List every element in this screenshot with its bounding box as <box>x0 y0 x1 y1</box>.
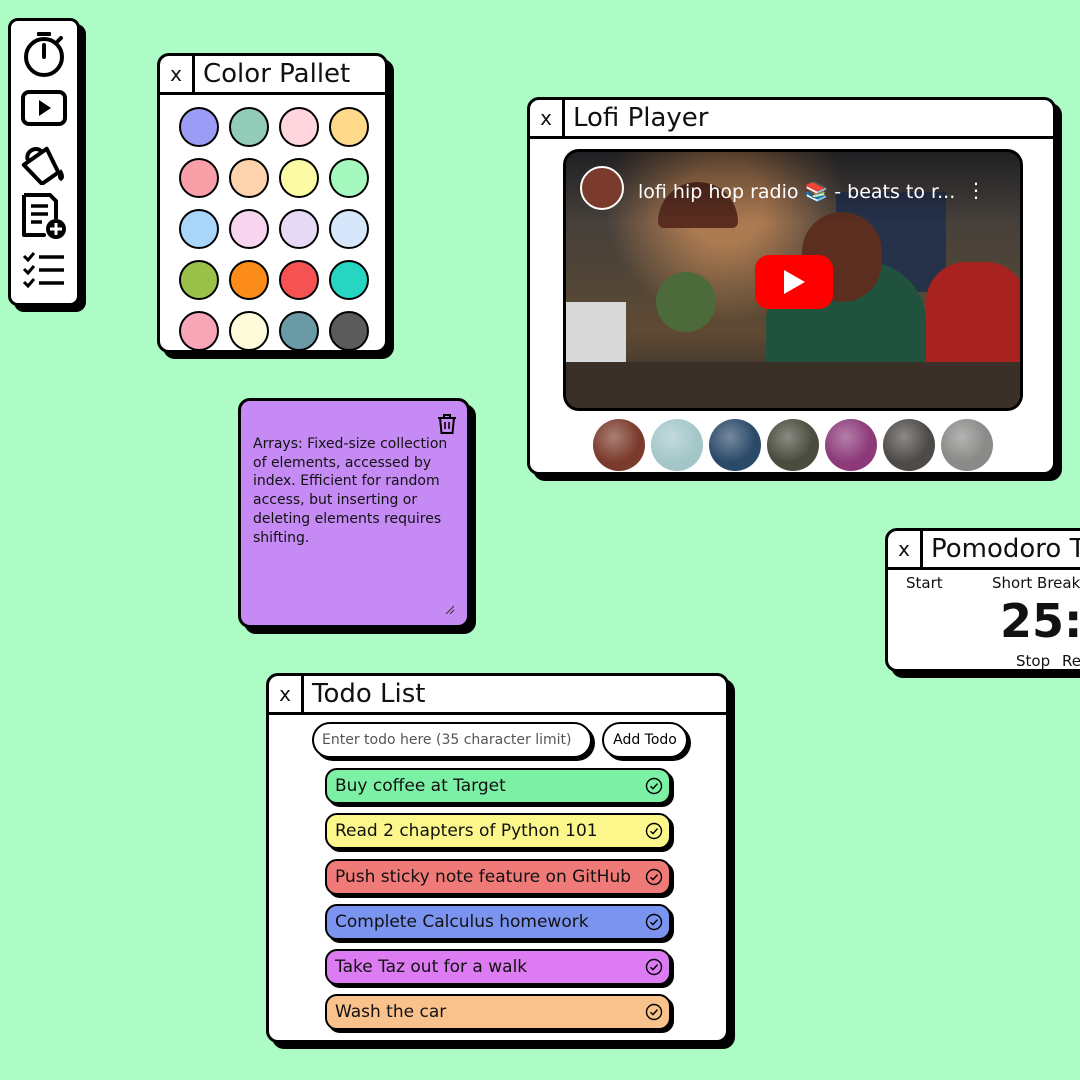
check-circle-icon[interactable] <box>645 958 663 976</box>
color-swatch[interactable] <box>179 209 219 249</box>
todo-item-text: Wash the car <box>335 1002 447 1023</box>
video-scene-desk <box>566 362 1020 408</box>
color-swatch[interactable] <box>279 260 319 300</box>
color-palette-close-button[interactable]: x <box>160 56 195 92</box>
color-palette-titlebar: x Color Pallet <box>160 56 385 95</box>
station-thumbnails <box>593 419 993 471</box>
color-swatch[interactable] <box>229 209 269 249</box>
trash-icon[interactable] <box>437 413 457 435</box>
video-embed[interactable]: lofi hip hop radio 📚 - beats to r... ⋮ <box>563 149 1023 411</box>
todo-list-button[interactable] <box>18 247 70 293</box>
lofi-player-window: x Lofi Player lofi hip hop radio 📚 - bea… <box>527 97 1056 475</box>
color-swatch[interactable] <box>229 260 269 300</box>
timer-display: 25:0 <box>1000 594 1080 648</box>
color-swatch[interactable] <box>329 260 369 300</box>
check-circle-icon[interactable] <box>645 777 663 795</box>
pomodoro-title: Pomodoro T <box>931 534 1080 564</box>
todo-item-text: Read 2 chapters of Python 101 <box>335 821 598 842</box>
timer-button[interactable] <box>18 31 70 77</box>
color-swatch[interactable] <box>229 158 269 198</box>
check-circle-icon[interactable] <box>645 913 663 931</box>
play-button[interactable] <box>755 255 833 309</box>
todo-list-title: Todo List <box>312 679 426 709</box>
station-thumbnail[interactable] <box>883 419 935 471</box>
todo-item-text: Buy coffee at Target <box>335 776 506 796</box>
add-note-icon <box>22 193 66 239</box>
station-thumbnail[interactable] <box>767 419 819 471</box>
color-swatch[interactable] <box>329 209 369 249</box>
video-player-button[interactable] <box>18 85 70 131</box>
station-thumbnail[interactable] <box>941 419 993 471</box>
check-circle-icon[interactable] <box>645 1003 663 1021</box>
lofi-player-title: Lofi Player <box>573 103 709 133</box>
color-swatch[interactable] <box>279 209 319 249</box>
pomodoro-window: x Pomodoro T Start Short Break 25:0 Stop… <box>885 528 1080 672</box>
color-swatch[interactable] <box>279 107 319 147</box>
todo-item-text: Push sticky note feature on GitHub <box>335 866 632 887</box>
resize-handle-icon[interactable] <box>445 605 455 615</box>
sticky-note[interactable]: Arrays: Fixed-size collection of element… <box>238 398 470 628</box>
pomodoro-stop-button[interactable]: Stop <box>1016 652 1050 669</box>
pomodoro-body: Start Short Break 25:0 Stop Re <box>888 570 1080 669</box>
color-palette-window: x Color Pallet <box>157 53 388 353</box>
color-swatch[interactable] <box>329 107 369 147</box>
pomodoro-titlebar: x Pomodoro T <box>888 531 1080 570</box>
play-icon <box>784 270 805 294</box>
video-title[interactable]: lofi hip hop radio 📚 - beats to r... <box>638 180 955 203</box>
pomodoro-close-button[interactable]: x <box>888 531 923 567</box>
color-swatch[interactable] <box>229 311 269 350</box>
check-circle-icon[interactable] <box>645 868 663 886</box>
todo-items: Buy coffee at Target Read 2 chapters of P… <box>325 768 671 1040</box>
color-swatch[interactable] <box>279 158 319 198</box>
todo-item[interactable]: Push sticky note feature on GitHub <box>325 858 671 895</box>
color-swatch[interactable] <box>279 311 319 350</box>
todo-item[interactable]: Wash the car <box>325 994 671 1031</box>
todo-item-text: Complete Calculus homework <box>335 911 589 932</box>
channel-avatar[interactable] <box>580 166 624 210</box>
station-thumbnail[interactable] <box>593 419 645 471</box>
todo-input[interactable] <box>312 722 592 758</box>
station-thumbnail[interactable] <box>825 419 877 471</box>
todo-item[interactable]: Read 2 chapters of Python 101 <box>325 813 671 850</box>
color-palette-button[interactable] <box>18 139 70 185</box>
todo-item[interactable]: Take Taz out for a walk <box>325 949 671 986</box>
add-note-button[interactable] <box>18 193 70 239</box>
sticky-note-text[interactable]: Arrays: Fixed-size collection of element… <box>253 435 463 547</box>
color-palette-title: Color Pallet <box>203 59 351 89</box>
sidebar <box>8 18 80 306</box>
todo-item[interactable]: Complete Calculus homework <box>325 903 671 940</box>
lofi-player-close-button[interactable]: x <box>530 100 565 136</box>
station-thumbnail[interactable] <box>651 419 703 471</box>
color-swatch[interactable] <box>179 107 219 147</box>
check-circle-icon[interactable] <box>645 822 663 840</box>
todo-item-text: Take Taz out for a walk <box>335 957 528 978</box>
color-swatch-grid <box>160 95 385 350</box>
color-swatch[interactable] <box>229 107 269 147</box>
todo-item[interactable]: Buy coffee at Target <box>325 768 671 804</box>
add-todo-button[interactable]: Add Todo <box>602 722 688 758</box>
color-swatch[interactable] <box>329 311 369 350</box>
checklist-icon <box>22 252 64 289</box>
color-swatch[interactable] <box>329 158 369 198</box>
station-thumbnail[interactable] <box>709 419 761 471</box>
more-options-icon[interactable]: ⋮ <box>966 178 986 202</box>
todo-list-window: x Todo List Add Todo Buy coffee at Targe… <box>266 673 729 1043</box>
video-scene-plant <box>656 272 716 332</box>
pomodoro-reset-button[interactable]: Re <box>1062 652 1080 669</box>
color-swatch[interactable] <box>179 158 219 198</box>
color-swatch[interactable] <box>179 260 219 300</box>
todo-list-close-button[interactable]: x <box>269 676 304 712</box>
timer-icon <box>24 32 64 77</box>
color-swatch[interactable] <box>179 311 219 350</box>
pomodoro-start-button[interactable]: Start <box>906 574 943 592</box>
lofi-player-titlebar: x Lofi Player <box>530 100 1053 139</box>
short-break-button[interactable]: Short Break <box>992 574 1080 592</box>
todo-list-titlebar: x Todo List <box>269 676 726 715</box>
play-icon <box>21 90 67 126</box>
paint-bucket-icon <box>21 146 64 185</box>
